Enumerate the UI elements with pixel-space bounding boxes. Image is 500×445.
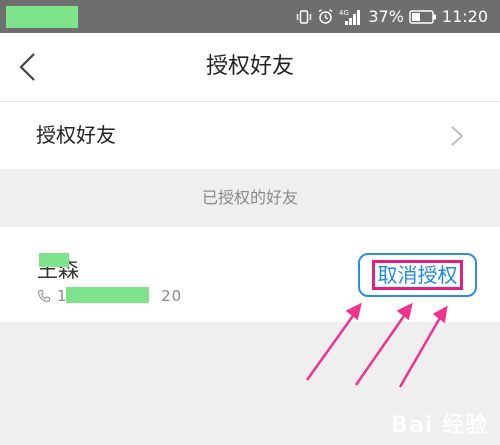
- annotation-arrows: [305, 302, 448, 388]
- annotation-arrow: [354, 312, 408, 386]
- annotation-arrow: [305, 312, 357, 381]
- annotation-arrow: [398, 315, 443, 388]
- annotation-arrowhead: [345, 302, 362, 321]
- annotation-arrowhead: [396, 302, 413, 321]
- watermark: Bai 经验: [391, 413, 488, 438]
- annotation-arrowhead: [432, 305, 448, 324]
